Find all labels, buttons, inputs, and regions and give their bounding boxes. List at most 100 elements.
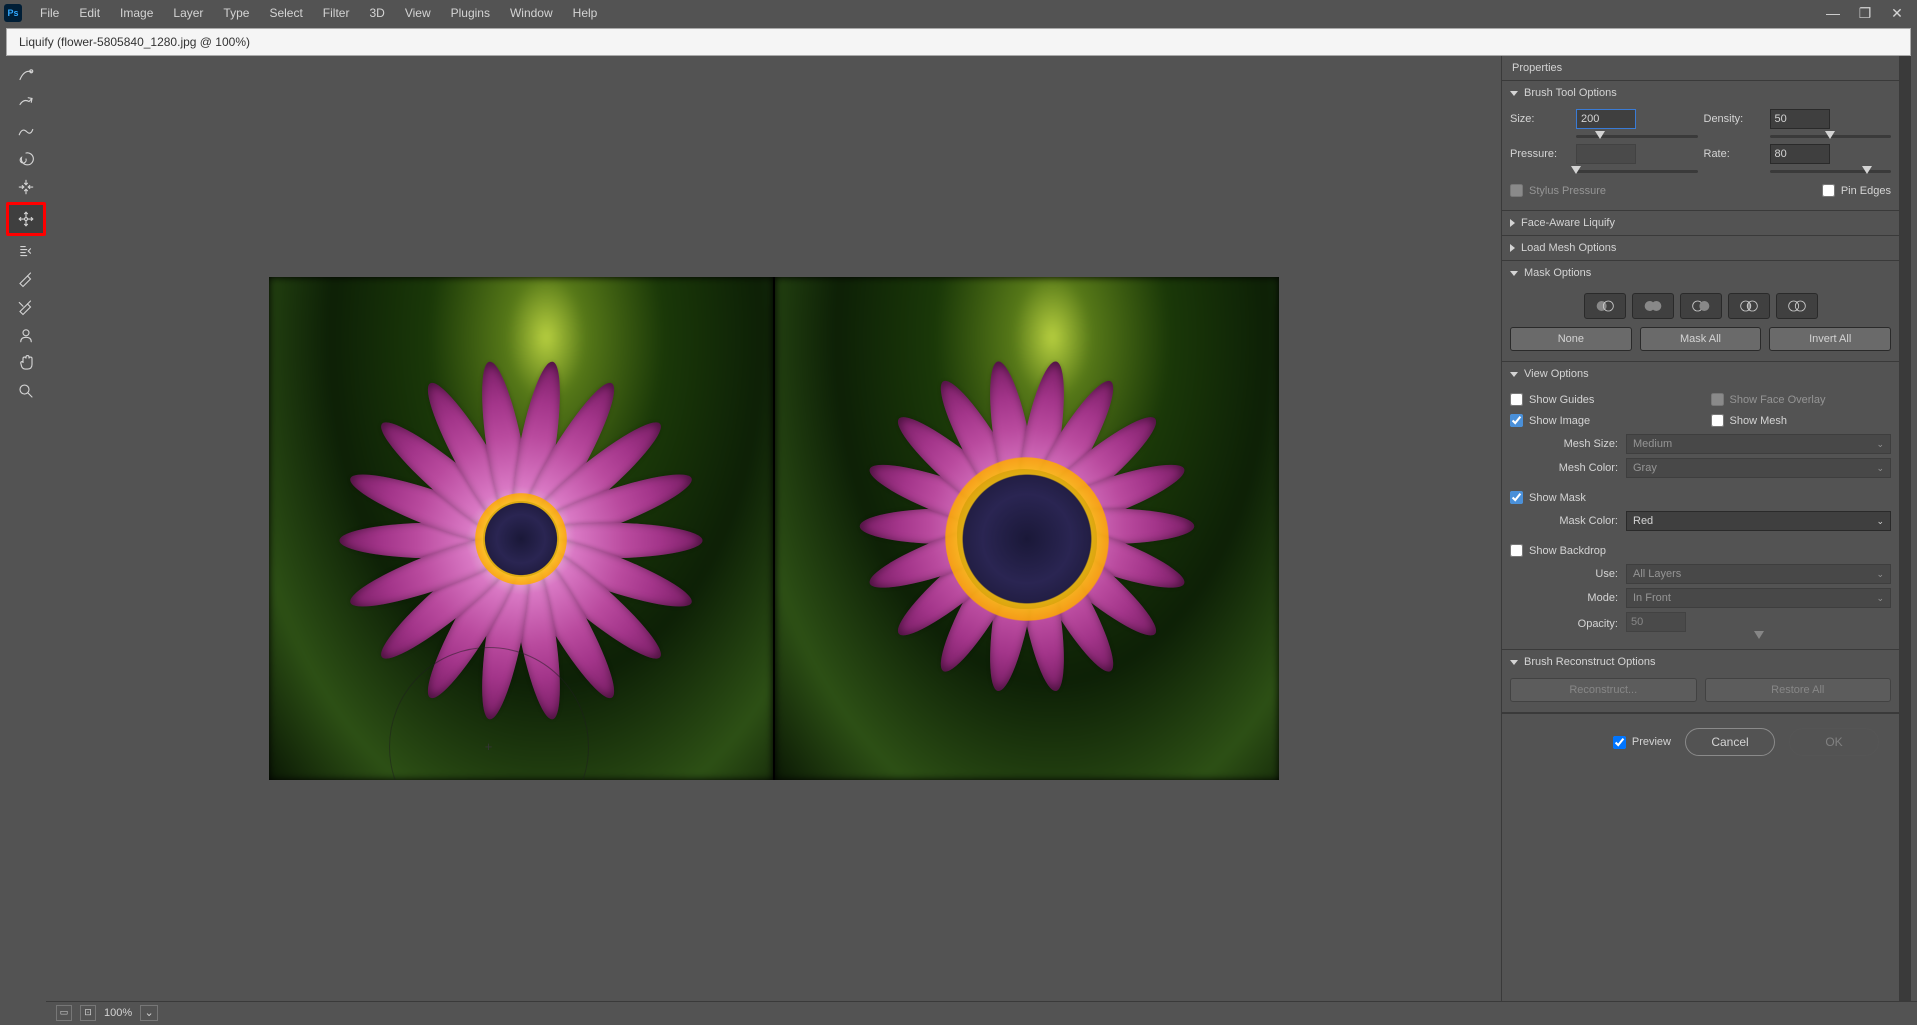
mask-mode-replace[interactable] [1584, 293, 1626, 319]
mask-color-select[interactable]: Red⌄ [1626, 511, 1891, 531]
show-mask-label: Show Mask [1529, 492, 1586, 504]
pin-edges-check[interactable]: Pin Edges [1822, 181, 1891, 200]
workspace: Properties Brush Tool Options Size: Dens… [6, 56, 1911, 1001]
app-logo: Ps [4, 4, 22, 22]
show-guides-check[interactable]: Show Guides [1510, 390, 1691, 409]
density-label: Density: [1704, 113, 1764, 125]
mask-none-button[interactable]: None [1510, 327, 1632, 351]
pucker-tool[interactable] [10, 174, 42, 200]
mode-label: Mode: [1510, 592, 1618, 604]
show-mesh-check[interactable]: Show Mesh [1711, 411, 1892, 430]
freeze-mask-tool[interactable] [10, 266, 42, 292]
mask-all-button[interactable]: Mask All [1640, 327, 1762, 351]
mask-mode-add[interactable] [1632, 293, 1674, 319]
mesh-color-select: Gray⌄ [1626, 458, 1891, 478]
smooth-tool[interactable] [10, 118, 42, 144]
size-input[interactable] [1576, 109, 1636, 129]
show-backdrop-label: Show Backdrop [1529, 545, 1606, 557]
bloat-tool[interactable] [6, 202, 46, 236]
menu-window[interactable]: Window [500, 2, 563, 24]
rate-label: Rate: [1704, 148, 1764, 160]
brush-tool-options-toggle[interactable]: Brush Tool Options [1502, 81, 1899, 105]
density-slider[interactable] [1770, 135, 1892, 138]
cancel-button[interactable]: Cancel [1685, 728, 1775, 756]
push-left-tool[interactable] [10, 238, 42, 264]
window-maximize-button[interactable]: ❐ [1851, 4, 1879, 22]
menu-select[interactable]: Select [259, 2, 312, 24]
stylus-pressure-label: Stylus Pressure [1529, 185, 1606, 197]
mask-options-toggle[interactable]: Mask Options [1502, 261, 1899, 285]
use-label: Use: [1510, 568, 1618, 580]
actual-pixels-icon[interactable]: ⊡ [80, 1005, 96, 1021]
show-face-overlay-label: Show Face Overlay [1730, 394, 1826, 406]
pressure-slider[interactable] [1576, 170, 1698, 173]
mask-invert-all-button[interactable]: Invert All [1769, 327, 1891, 351]
forward-warp-tool[interactable] [10, 62, 42, 88]
face-tool[interactable] [10, 322, 42, 348]
window-minimize-button[interactable]: — [1819, 4, 1847, 22]
window-close-button[interactable]: ✕ [1883, 4, 1911, 22]
reconstruct-tool[interactable] [10, 90, 42, 116]
rate-slider[interactable] [1770, 170, 1892, 173]
mask-color-label: Mask Color: [1510, 515, 1618, 527]
brush-reconstruct-toggle[interactable]: Brush Reconstruct Options [1502, 650, 1899, 674]
opacity-label: Opacity: [1510, 618, 1618, 630]
menu-edit[interactable]: Edit [69, 2, 110, 24]
fit-window-icon[interactable]: ▭ [56, 1005, 72, 1021]
restore-all-button: Restore All [1705, 678, 1892, 702]
density-input[interactable] [1770, 109, 1830, 129]
menu-3d[interactable]: 3D [359, 2, 394, 24]
load-mesh-toggle[interactable]: Load Mesh Options [1502, 236, 1899, 260]
canvas-status-bar: ▭ ⊡ 100% ⌄ [46, 1001, 1917, 1023]
mesh-size-select: Medium⌄ [1626, 434, 1891, 454]
view-options-toggle[interactable]: View Options [1502, 362, 1899, 386]
menu-image[interactable]: Image [110, 2, 163, 24]
show-mask-check[interactable]: Show Mask [1510, 488, 1891, 507]
show-backdrop-check[interactable]: Show Backdrop [1510, 541, 1891, 560]
show-image-label: Show Image [1529, 415, 1590, 427]
twirl-tool[interactable] [10, 146, 42, 172]
zoom-dropdown[interactable]: ⌄ [140, 1005, 158, 1021]
canvas-area[interactable] [46, 56, 1501, 1001]
show-image-check[interactable]: Show Image [1510, 411, 1691, 430]
size-label: Size: [1510, 113, 1570, 125]
menu-view[interactable]: View [395, 2, 441, 24]
preview-check[interactable]: Preview [1613, 736, 1671, 749]
menu-file[interactable]: File [30, 2, 69, 24]
document-title: Liquify (flower-5805840_1280.jpg @ 100%) [19, 35, 250, 49]
menu-plugins[interactable]: Plugins [441, 2, 500, 24]
pin-edges-label: Pin Edges [1841, 185, 1891, 197]
chevron-down-icon: ⌄ [1876, 439, 1884, 450]
reconstruct-button: Reconstruct... [1510, 678, 1697, 702]
menu-help[interactable]: Help [563, 2, 608, 24]
opacity-input [1626, 612, 1686, 632]
panel-scrollbar[interactable] [1899, 56, 1911, 1001]
show-guides-label: Show Guides [1529, 394, 1594, 406]
ok-button: OK [1789, 728, 1879, 756]
image-left-original [269, 277, 773, 780]
thaw-mask-tool[interactable] [10, 294, 42, 320]
mask-mode-subtract[interactable] [1680, 293, 1722, 319]
face-aware-toggle[interactable]: Face-Aware Liquify [1502, 211, 1899, 235]
liquify-toolbar [6, 56, 46, 1001]
mask-mode-intersect[interactable] [1728, 293, 1770, 319]
show-mesh-label: Show Mesh [1730, 415, 1787, 427]
zoom-tool[interactable] [10, 378, 42, 404]
chevron-down-icon: ⌄ [1876, 569, 1884, 580]
mask-mode-invert[interactable] [1776, 293, 1818, 319]
section-title: Load Mesh Options [1521, 242, 1616, 254]
section-title: Mask Options [1524, 267, 1591, 279]
menu-type[interactable]: Type [213, 2, 259, 24]
menu-filter[interactable]: Filter [313, 2, 360, 24]
mode-select: In Front⌄ [1626, 588, 1891, 608]
pressure-input [1576, 144, 1636, 164]
menu-layer[interactable]: Layer [163, 2, 213, 24]
mesh-color-label: Mesh Color: [1510, 462, 1618, 474]
chevron-down-icon: ⌄ [1876, 593, 1884, 604]
pressure-label: Pressure: [1510, 148, 1570, 160]
hand-tool[interactable] [10, 350, 42, 376]
stylus-pressure-check: Stylus Pressure [1510, 181, 1606, 200]
size-slider[interactable] [1576, 135, 1698, 138]
rate-input[interactable] [1770, 144, 1830, 164]
menu-bar: Ps File Edit Image Layer Type Select Fil… [0, 0, 1917, 26]
